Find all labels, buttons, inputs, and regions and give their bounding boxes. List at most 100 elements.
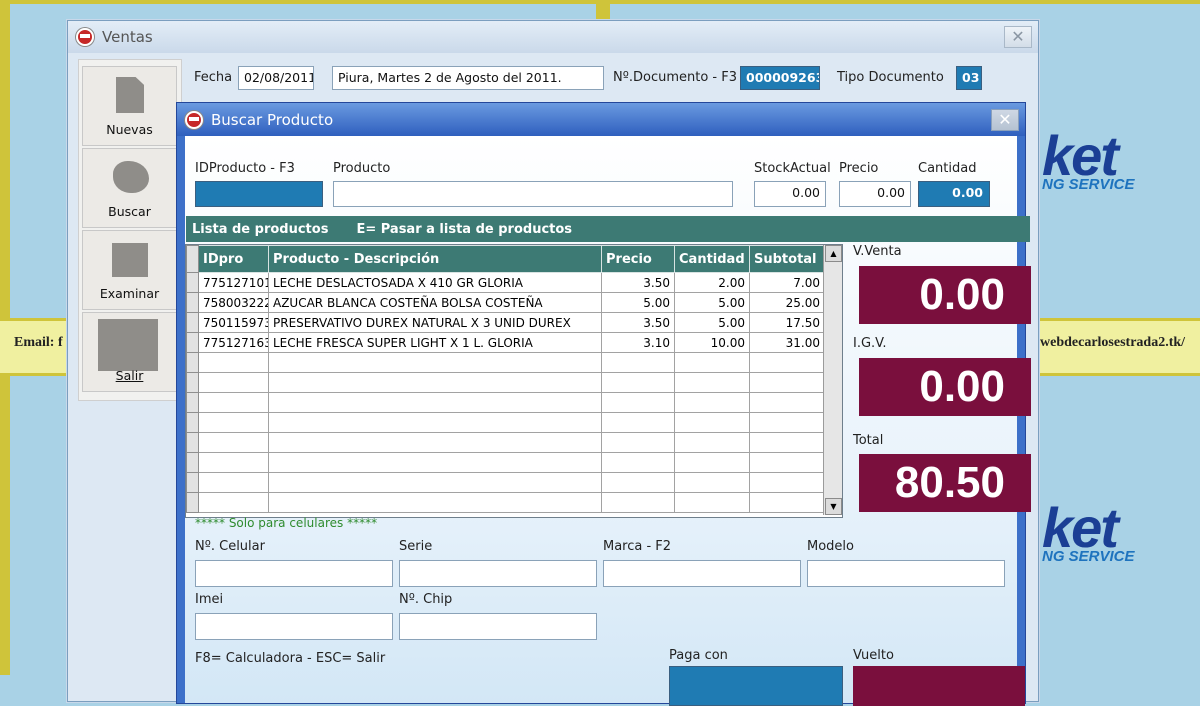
cell-precio[interactable]: 3.50 bbox=[601, 272, 675, 293]
idproducto-label: IDProducto - F3 bbox=[195, 161, 295, 176]
modelo-input[interactable] bbox=[807, 560, 1005, 587]
cell-cantidad[interactable]: 2.00 bbox=[674, 272, 750, 293]
fecha-text-field[interactable]: Piura, Martes 2 de Agosto del 2011. bbox=[332, 66, 604, 90]
precio-input[interactable]: 0.00 bbox=[839, 181, 911, 207]
cell-descripcion[interactable]: LECHE FRESCA SUPER LIGHT X 1 L. GLORIA bbox=[268, 332, 602, 353]
list-title: Lista de productos bbox=[192, 221, 329, 237]
empty-row[interactable] bbox=[186, 492, 825, 513]
precio-label: Precio bbox=[839, 161, 879, 176]
total-label: Total bbox=[853, 433, 884, 448]
serie-input[interactable] bbox=[399, 560, 597, 587]
cell-subtotal[interactable]: 17.50 bbox=[749, 312, 825, 333]
vuelto-label: Vuelto bbox=[853, 648, 894, 663]
column-header-descripcion[interactable]: Producto - Descripción bbox=[268, 245, 602, 273]
cell-precio[interactable]: 3.10 bbox=[601, 332, 675, 353]
cantidad-input[interactable]: 0.00 bbox=[918, 181, 990, 207]
fecha-label: Fecha bbox=[194, 70, 233, 85]
url-text: webdecarlosestrada2.tk/ bbox=[1040, 335, 1186, 350]
table-row[interactable]: 7501159731 PRESERVATIVO DUREX NATURAL X … bbox=[186, 312, 825, 333]
cell-subtotal[interactable]: 7.00 bbox=[749, 272, 825, 293]
cell-idpro[interactable]: 7751271633 bbox=[198, 332, 269, 353]
buscar-producto-dialog: Buscar Producto ✕ IDProducto - F3 Produc… bbox=[176, 102, 1031, 706]
nuevas-button[interactable]: Nuevas bbox=[82, 66, 177, 146]
footer-hint: F8= Calculadora - ESC= Salir bbox=[195, 651, 386, 666]
exit-icon bbox=[98, 319, 158, 371]
serie-label: Serie bbox=[399, 539, 433, 554]
empty-row[interactable] bbox=[186, 352, 825, 373]
row-header[interactable] bbox=[186, 332, 199, 353]
product-grid[interactable]: IDpro Producto - Descripción Precio Cant… bbox=[185, 244, 843, 518]
fecha-field[interactable]: 02/08/2011 bbox=[238, 66, 314, 90]
sidebar: Nuevas Buscar Examinar Salir bbox=[78, 59, 182, 401]
close-button[interactable]: ✕ bbox=[991, 108, 1019, 131]
scroll-up-arrow-icon[interactable]: ▲ bbox=[825, 245, 842, 262]
ndoc-label: Nº.Documento - F3 bbox=[613, 70, 737, 85]
buscar-button[interactable]: Buscar bbox=[82, 148, 177, 228]
examine-icon bbox=[112, 243, 148, 277]
imei-input[interactable] bbox=[195, 613, 393, 640]
salir-button[interactable]: Salir bbox=[82, 312, 177, 392]
dialog-titlebar[interactable]: Buscar Producto ✕ bbox=[177, 103, 1025, 136]
producto-label: Producto bbox=[333, 161, 391, 176]
cell-descripcion[interactable]: AZUCAR BLANCA COSTEÑA BOLSA COSTEÑA bbox=[268, 292, 602, 313]
table-row[interactable]: 7751271633 LECHE FRESCA SUPER LIGHT X 1 … bbox=[186, 332, 825, 353]
stock-field[interactable]: 0.00 bbox=[754, 181, 826, 207]
celular-label: Nº. Celular bbox=[195, 539, 265, 554]
dialog-body: IDProducto - F3 Producto StockActual 0.0… bbox=[185, 136, 1031, 706]
empty-row[interactable] bbox=[186, 392, 825, 413]
cell-descripcion[interactable]: PRESERVATIVO DUREX NATURAL X 3 UNID DURE… bbox=[268, 312, 602, 333]
cell-subtotal[interactable]: 31.00 bbox=[749, 332, 825, 353]
ventas-titlebar[interactable]: Ventas ✕ bbox=[68, 21, 1038, 53]
cell-idpro[interactable]: 7751271016 bbox=[198, 272, 269, 293]
cell-idpro[interactable]: 7501159731 bbox=[198, 312, 269, 333]
column-header-subtotal[interactable]: Subtotal bbox=[749, 245, 825, 273]
empty-row[interactable] bbox=[186, 452, 825, 473]
cell-precio[interactable]: 3.50 bbox=[601, 312, 675, 333]
examinar-button[interactable]: Examinar bbox=[82, 230, 177, 310]
desktop-divider bbox=[0, 0, 1200, 4]
empty-row[interactable] bbox=[186, 372, 825, 393]
close-button[interactable]: ✕ bbox=[1004, 26, 1032, 48]
cell-subtotal[interactable]: 25.00 bbox=[749, 292, 825, 313]
empty-row[interactable] bbox=[186, 472, 825, 493]
empty-row[interactable] bbox=[186, 412, 825, 433]
row-header[interactable] bbox=[186, 272, 199, 293]
row-header[interactable] bbox=[186, 312, 199, 333]
row-header[interactable] bbox=[186, 292, 199, 313]
column-header-cantidad[interactable]: Cantidad bbox=[674, 245, 750, 273]
igv-display: 0.00 bbox=[859, 358, 1031, 416]
idproducto-input[interactable] bbox=[195, 181, 323, 207]
celular-input[interactable] bbox=[195, 560, 393, 587]
cell-idpro[interactable]: 7580032229 bbox=[198, 292, 269, 313]
scroll-down-arrow-icon[interactable]: ▼ bbox=[825, 498, 842, 515]
chip-input[interactable] bbox=[399, 613, 597, 640]
cell-cantidad[interactable]: 5.00 bbox=[674, 312, 750, 333]
column-header-idpro[interactable]: IDpro bbox=[198, 245, 269, 273]
row-header-corner bbox=[186, 245, 199, 273]
igv-label: I.G.V. bbox=[853, 336, 887, 351]
email-text: Email: f bbox=[14, 335, 63, 350]
cell-precio[interactable]: 5.00 bbox=[601, 292, 675, 313]
chip-label: Nº. Chip bbox=[399, 592, 453, 607]
table-row[interactable]: 7580032229 AZUCAR BLANCA COSTEÑA BOLSA C… bbox=[186, 292, 825, 313]
vertical-scrollbar[interactable]: ▲ ▼ bbox=[823, 245, 842, 515]
table-row[interactable]: 7751271016 LECHE DESLACTOSADA X 410 GR G… bbox=[186, 272, 825, 293]
app-icon bbox=[185, 110, 203, 129]
ndoc-field[interactable]: 0000092632 bbox=[740, 66, 820, 90]
marca-label: Marca - F2 bbox=[603, 539, 672, 554]
producto-input[interactable] bbox=[333, 181, 733, 207]
tipo-doc-field[interactable]: 03 bbox=[956, 66, 982, 90]
company-logo: ket NG SERVICE bbox=[1042, 124, 1135, 194]
tipo-doc-label: Tipo Documento bbox=[837, 70, 944, 85]
paga-con-input[interactable] bbox=[669, 666, 843, 706]
cell-cantidad[interactable]: 5.00 bbox=[674, 292, 750, 313]
column-header-precio[interactable]: Precio bbox=[601, 245, 675, 273]
empty-row[interactable] bbox=[186, 432, 825, 453]
cell-cantidad[interactable]: 10.00 bbox=[674, 332, 750, 353]
app-icon bbox=[76, 28, 94, 46]
window-title: Ventas bbox=[102, 28, 153, 46]
cell-descripcion[interactable]: LECHE DESLACTOSADA X 410 GR GLORIA bbox=[268, 272, 602, 293]
imei-label: Imei bbox=[195, 592, 224, 607]
cantidad-label: Cantidad bbox=[918, 161, 977, 176]
marca-input[interactable] bbox=[603, 560, 801, 587]
